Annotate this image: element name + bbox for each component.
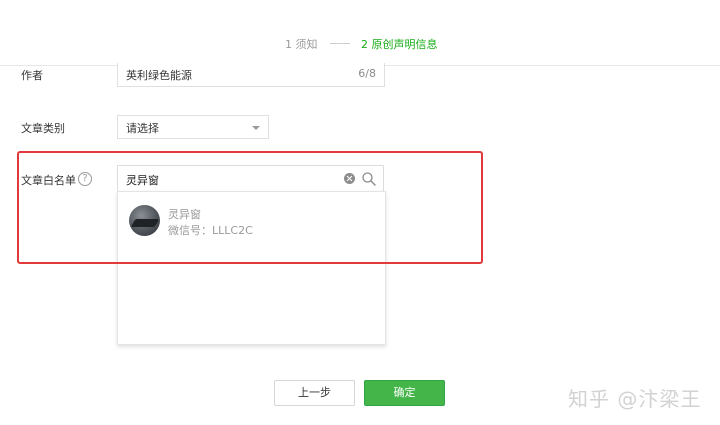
confirm-button[interactable]: 确定	[364, 380, 445, 406]
author-char-count: 6/8	[358, 67, 376, 80]
whitelist-search-input[interactable]: 灵异窗	[117, 165, 384, 192]
help-icon[interactable]: ?	[78, 172, 92, 186]
search-results-dropdown: 灵异窗 微信号：LLLC2C	[117, 191, 386, 345]
author-value: 英利绿色能源	[126, 69, 192, 82]
search-icon[interactable]	[361, 171, 377, 187]
step-1-notice: 1 须知	[285, 38, 318, 51]
step-divider	[330, 43, 350, 44]
result-wechat-id: 微信号：LLLC2C	[168, 224, 253, 237]
category-select[interactable]: 请选择	[117, 115, 269, 139]
chevron-down-icon	[252, 126, 260, 130]
whitelist-search-value: 灵异窗	[126, 174, 159, 187]
category-label: 文章类别	[21, 122, 65, 135]
avatar	[129, 205, 160, 236]
whitelist-label: 文章白名单	[21, 174, 76, 187]
author-field[interactable]: 英利绿色能源 6/8	[117, 63, 385, 87]
step-2-original-info: 2 原创声明信息	[361, 38, 438, 51]
category-selected-value: 请选择	[126, 122, 159, 135]
prev-step-button[interactable]: 上一步	[274, 380, 355, 406]
search-result-item[interactable]: 灵异窗 微信号：LLLC2C	[118, 192, 385, 248]
watermark: 知乎 @汴梁王	[568, 387, 702, 411]
clear-icon[interactable]	[344, 173, 355, 184]
result-account-name: 灵异窗	[168, 208, 201, 221]
step-bar: 1 须知 2 原创声明信息	[0, 0, 720, 66]
author-label: 作者	[21, 69, 43, 82]
